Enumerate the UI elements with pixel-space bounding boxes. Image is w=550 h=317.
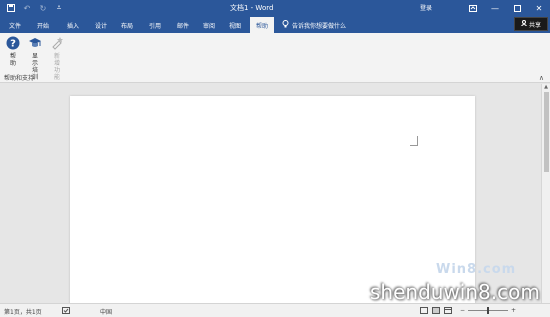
- redo-icon[interactable]: ↻: [38, 3, 48, 13]
- help-icon: ?: [6, 36, 20, 52]
- window-title: 文档1 - Word: [230, 4, 274, 12]
- tab-view[interactable]: 视图: [222, 18, 248, 33]
- whats-new-label: 新增功能: [53, 53, 60, 81]
- title-bar: ↶ ↻ ⩡ 文档1 - Word 登录 — ✕: [0, 0, 550, 16]
- zoom-in-icon[interactable]: +: [511, 307, 516, 314]
- svg-text:?: ?: [10, 39, 16, 50]
- page-margin-marker: [410, 136, 418, 146]
- language-indicator[interactable]: 中国: [100, 307, 112, 316]
- help-button[interactable]: ? 帮助: [2, 36, 24, 67]
- close-icon[interactable]: ✕: [528, 0, 550, 16]
- whats-new-icon: [50, 36, 64, 52]
- login-link[interactable]: 登录: [420, 3, 432, 12]
- ribbon-group-label: 帮助和支持: [4, 75, 35, 82]
- ribbon-panel: ? 帮助 显示培训 新增功能 帮助和支持 ∧: [0, 33, 550, 83]
- share-label: 共享: [528, 21, 541, 29]
- tab-file[interactable]: 文件: [4, 18, 26, 33]
- tab-references[interactable]: 引用: [142, 18, 168, 33]
- window-controls: — ✕: [462, 0, 550, 16]
- collapse-ribbon-icon[interactable]: ∧: [539, 74, 544, 82]
- tab-insert[interactable]: 插入: [60, 18, 86, 33]
- undo-icon[interactable]: ↶: [22, 3, 32, 13]
- page-count[interactable]: 第1页，共1页: [4, 307, 42, 316]
- share-button[interactable]: 共享: [514, 17, 548, 31]
- print-layout-icon[interactable]: [432, 307, 440, 316]
- tab-design[interactable]: 设计: [88, 18, 114, 33]
- lightbulb-icon: [282, 20, 289, 30]
- web-layout-icon[interactable]: [444, 307, 452, 316]
- status-bar: 第1页，共1页 中国 − +: [0, 303, 550, 317]
- tell-me-placeholder: 告诉我你想要做什么: [292, 22, 347, 30]
- tab-layout[interactable]: 布局: [114, 18, 140, 33]
- zoom-slider[interactable]: − +: [460, 307, 516, 314]
- zoom-track[interactable]: [468, 307, 509, 314]
- ribbon-display-options-icon[interactable]: [462, 0, 484, 16]
- watermark-logo-text: Win8.com: [436, 262, 517, 277]
- zoom-knob[interactable]: [487, 307, 490, 314]
- scroll-up-icon[interactable]: ▲: [542, 84, 550, 90]
- customize-qat-icon[interactable]: ⩡: [54, 3, 64, 13]
- minimize-icon[interactable]: —: [484, 0, 506, 16]
- tab-home[interactable]: 开始: [30, 18, 56, 33]
- document-page[interactable]: [70, 96, 475, 309]
- whats-new-button[interactable]: 新增功能: [46, 36, 68, 81]
- zoom-out-icon[interactable]: −: [460, 307, 465, 314]
- watermark-site-text: shenduwin8.com: [370, 280, 540, 304]
- tell-me-search[interactable]: 告诉我你想要做什么: [282, 20, 346, 30]
- vertical-scrollbar[interactable]: ▲: [541, 84, 550, 303]
- person-icon: [521, 20, 527, 28]
- help-button-label: 帮助: [9, 53, 16, 67]
- save-icon[interactable]: [6, 3, 16, 13]
- scrollbar-thumb[interactable]: [543, 92, 549, 172]
- proofing-icon[interactable]: [62, 307, 70, 316]
- tab-mailings[interactable]: 邮件: [170, 18, 196, 33]
- read-mode-icon[interactable]: [420, 307, 428, 316]
- maximize-icon[interactable]: [506, 0, 528, 16]
- ribbon-tab-row: 文件 开始 插入 设计 布局 引用 邮件 审阅 视图 帮助 告诉我你想要做什么 …: [0, 16, 550, 33]
- tab-help[interactable]: 帮助: [250, 17, 274, 33]
- training-icon: [28, 36, 42, 52]
- quick-access-toolbar: ↶ ↻ ⩡: [6, 3, 64, 13]
- tab-review[interactable]: 审阅: [196, 18, 222, 33]
